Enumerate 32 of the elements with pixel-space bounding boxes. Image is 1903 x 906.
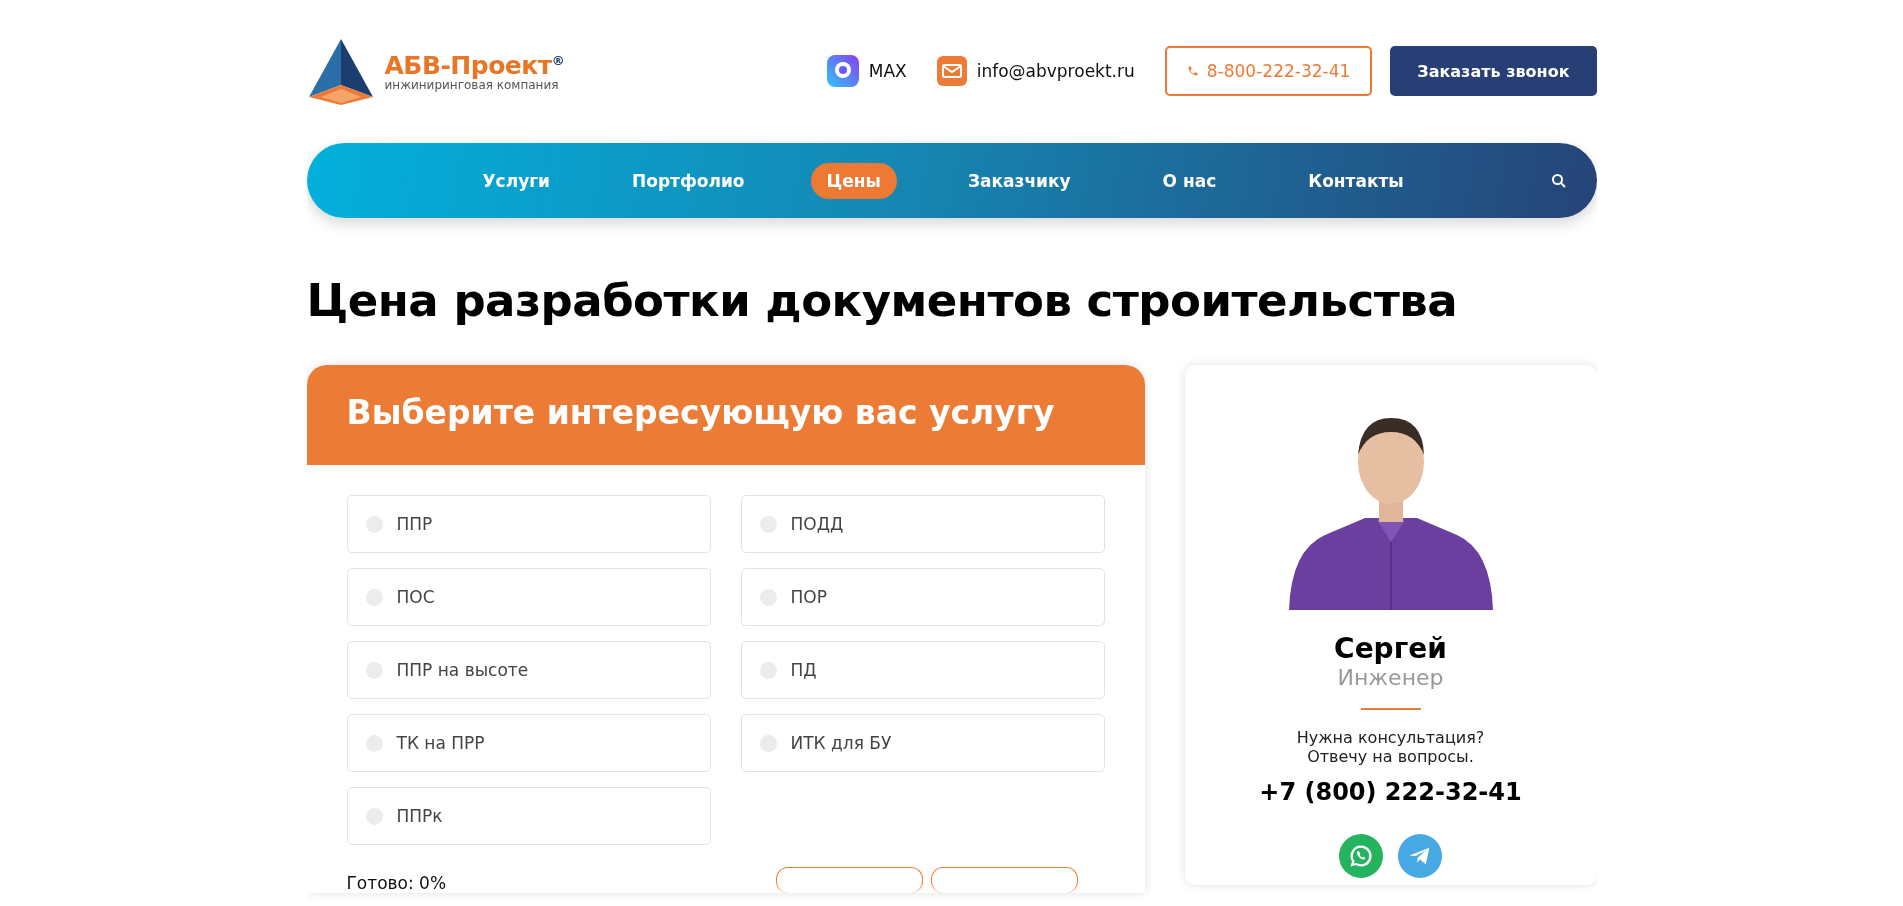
- logo-name: АБВ-Проект$^{®}$: [384, 50, 565, 80]
- service-option[interactable]: ППР: [346, 495, 711, 553]
- service-option[interactable]: ППР на высоте: [346, 641, 711, 699]
- progress-text: Готово: 0%: [346, 872, 447, 893]
- service-option[interactable]: ПОДД: [740, 495, 1105, 553]
- service-option[interactable]: ПОС: [346, 568, 711, 626]
- callback-button[interactable]: Заказать звонок: [1390, 46, 1597, 96]
- search-icon[interactable]: [1550, 172, 1567, 189]
- consultant-message: Нужна консультация? Отвечу на вопросы.: [1296, 728, 1485, 767]
- phone-chat-icon[interactable]: [1339, 834, 1383, 879]
- email-link[interactable]: info@abvproekt.ru: [976, 61, 1135, 81]
- nav-link[interactable]: О нас: [1146, 162, 1233, 199]
- service-option[interactable]: ПД: [740, 641, 1105, 699]
- service-option[interactable]: ПОР: [740, 568, 1105, 626]
- chat-bubble-icon[interactable]: [826, 55, 859, 87]
- nav-link[interactable]: Заказчику: [951, 162, 1087, 199]
- consultant-phone[interactable]: +7 (800) 222-32-41: [1259, 778, 1522, 807]
- service-option[interactable]: ТК на ПРР: [346, 714, 711, 772]
- consultant-role: Инженер: [1337, 665, 1444, 690]
- consultant-name: Сергей: [1334, 632, 1447, 665]
- nav-link[interactable]: Контакты: [1292, 162, 1420, 199]
- paper-plane-icon[interactable]: [1398, 834, 1442, 879]
- service-option[interactable]: ИТК для БУ: [740, 714, 1105, 772]
- messenger-label[interactable]: MAX: [868, 61, 907, 81]
- envelope-icon: [936, 56, 967, 86]
- logo-icon: [306, 37, 375, 105]
- outline-button[interactable]: [931, 867, 1079, 893]
- phone-icon: [1186, 65, 1199, 77]
- outline-button[interactable]: [776, 867, 924, 893]
- service-option[interactable]: ППРк: [346, 787, 711, 845]
- page-title: Цена разработки документов строительства: [306, 274, 1459, 327]
- form-header: Выберите интересующую вас услугу: [306, 365, 1145, 465]
